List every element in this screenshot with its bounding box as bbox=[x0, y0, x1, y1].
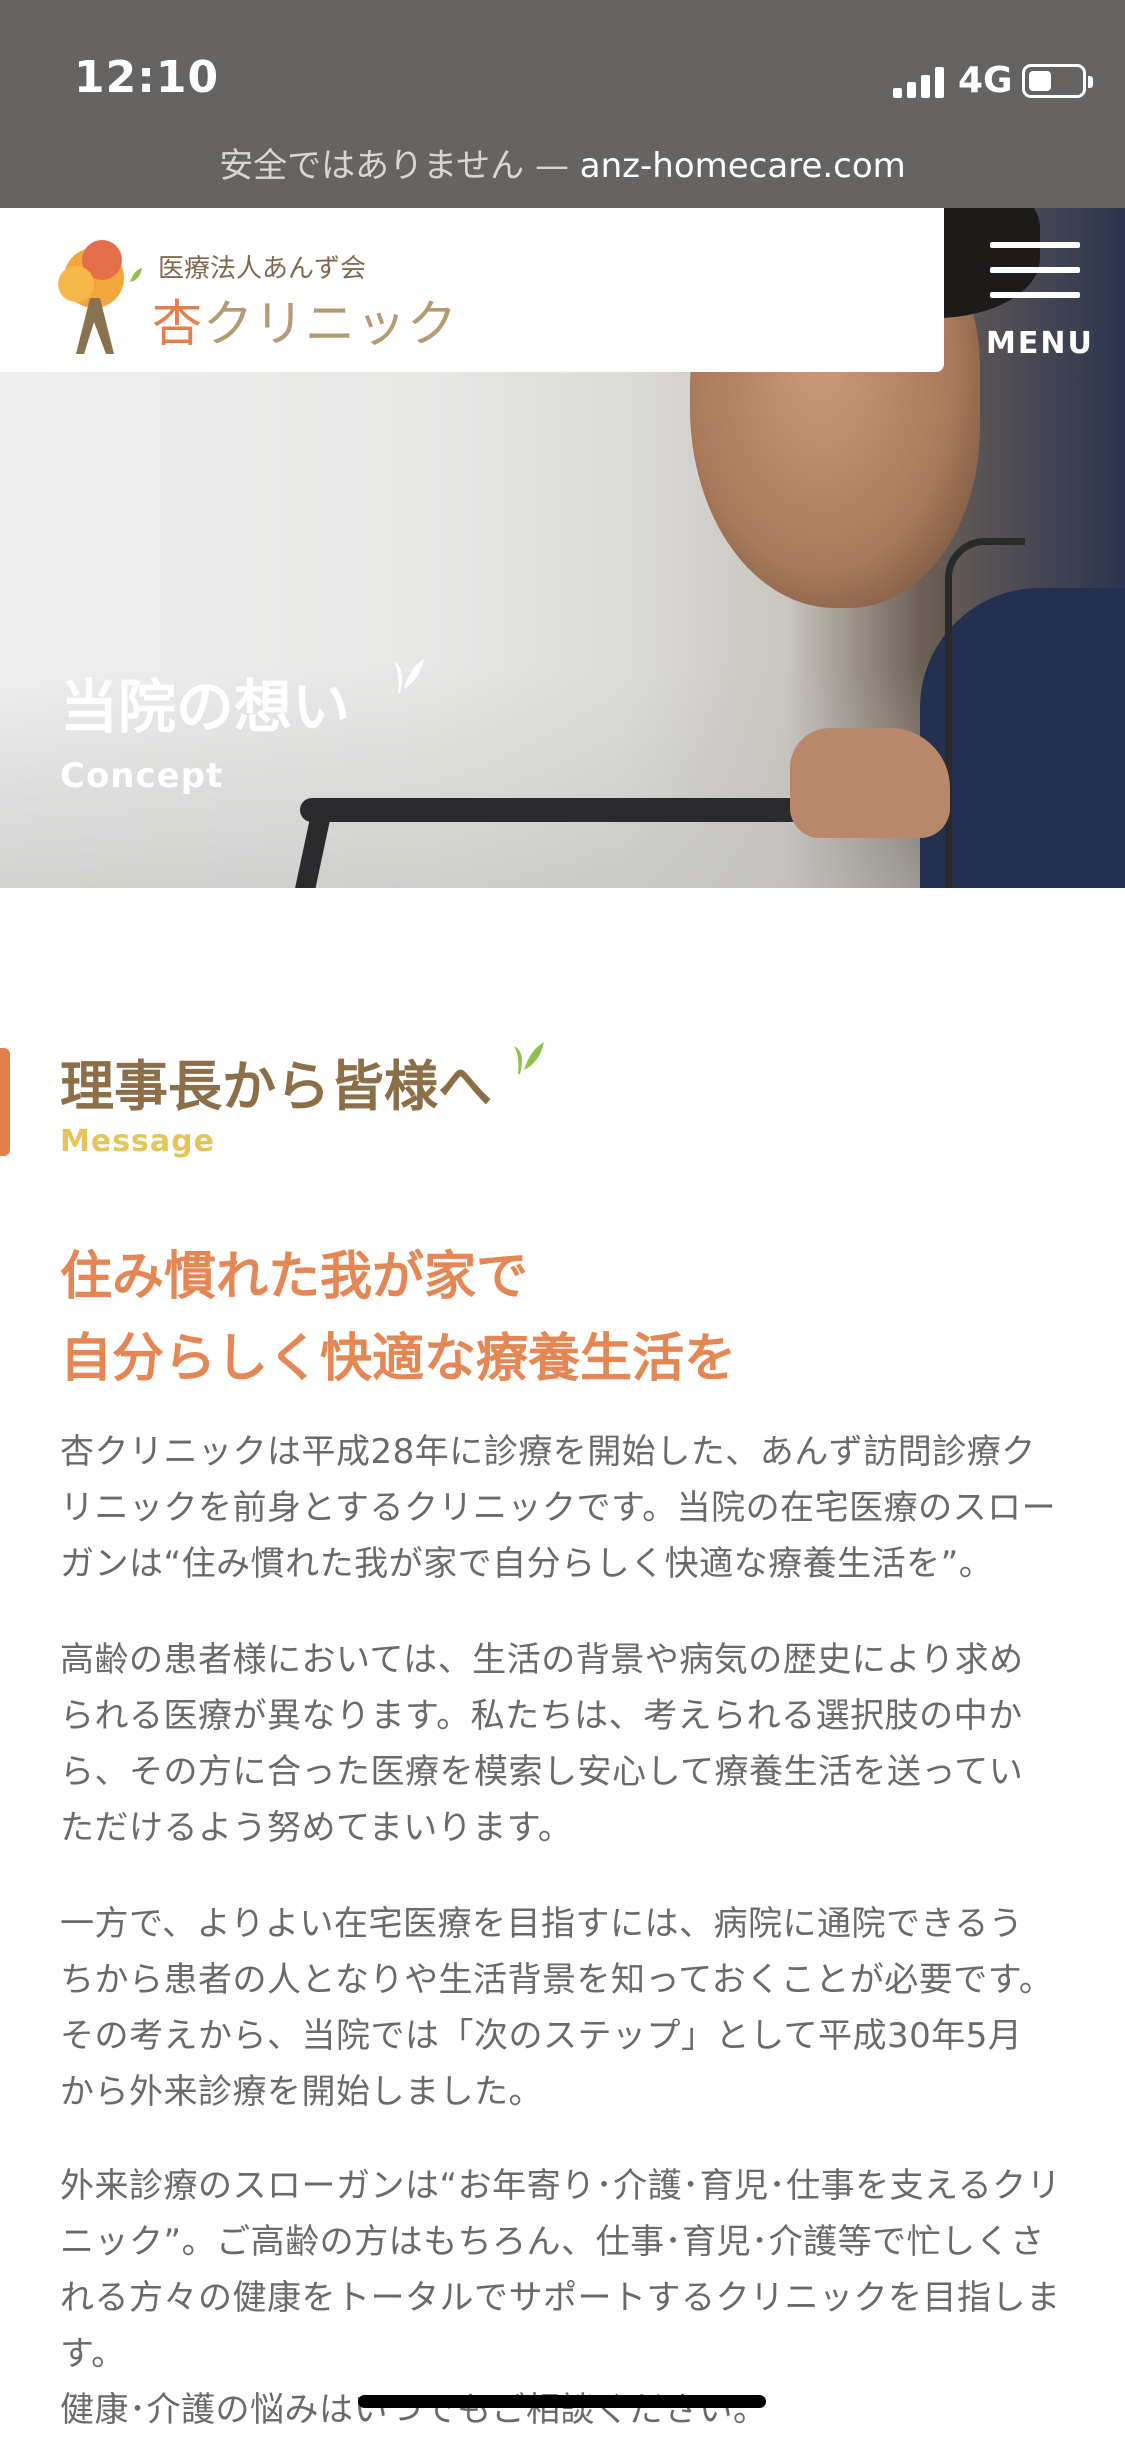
section-subtitle: Message bbox=[60, 1124, 215, 1159]
signal-icon bbox=[893, 66, 945, 98]
site-header: 医療法人あんず会 杏クリニック bbox=[0, 208, 944, 372]
hero-title: 当院の想い bbox=[60, 673, 351, 741]
clinic-name-kana: クリニック bbox=[203, 295, 458, 353]
url-host: anz-homecare.com bbox=[579, 146, 906, 186]
clinic-name-kanji: 杏 bbox=[152, 295, 203, 353]
hamburger-icon bbox=[990, 242, 1080, 248]
slogan: 住み慣れた我が家で 自分らしく快適な療養生活を bbox=[60, 1236, 736, 1400]
text-line: ニック”。ご高齢の方はもちろん、仕事･育児･介護等で忙しくさ bbox=[60, 2222, 1045, 2262]
address-bar[interactable]: 安全ではありません — anz-homecare.com bbox=[0, 138, 1125, 187]
text-line: れる方々の健康をトータルでサポートするクリニックを目指しま bbox=[60, 2278, 1061, 2318]
clinic-name[interactable]: 杏クリニック bbox=[152, 284, 458, 356]
text-line: 健康･介護の悩みはいつでもご相談ください。 bbox=[60, 2390, 768, 2430]
menu-label: MENU bbox=[986, 326, 1094, 361]
battery-icon bbox=[1022, 64, 1093, 98]
text-line: られる医療が異なります。私たちは、考えられる選択肢の中か bbox=[60, 1696, 1023, 1736]
text-line: ガンは“住み慣れた我が家で自分らしく快適な療養生活を”。 bbox=[60, 1544, 994, 1584]
slogan-line: 住み慣れた我が家で bbox=[60, 1247, 529, 1307]
url-warning: 安全ではありません — bbox=[219, 146, 580, 186]
text-line: から外来診療を開始しました。 bbox=[60, 2072, 543, 2112]
clinic-logo-icon[interactable] bbox=[46, 226, 156, 358]
section-accent-bar bbox=[0, 1048, 10, 1156]
paragraph: 杏クリニックは平成28年に診療を開始した、あんず訪問診療ク リニックを前身とする… bbox=[60, 1424, 1070, 1592]
text-line: ただけるよう努めてまいります。 bbox=[60, 1808, 573, 1848]
text-line: 高齢の患者様においては、生活の背景や病気の歴史により求め bbox=[60, 1640, 1024, 1680]
text-line: す。 bbox=[60, 2334, 126, 2374]
text-line: リニックを前身とするクリニックです。当院の在宅医療のスロー bbox=[60, 1488, 1057, 1528]
paragraph: 一方で、よりよい在宅医療を目指すには、病院に通院できるう ちから患者の人となりや… bbox=[60, 1896, 1070, 2120]
status-time: 12:10 bbox=[74, 52, 220, 103]
text-line: 一方で、よりよい在宅医療を目指すには、病院に通院できるう bbox=[60, 1904, 1024, 1944]
text-line: 外来診療のスローガンは“お年寄り･介護･育児･仕事を支えるクリ bbox=[60, 2166, 1062, 2206]
section-title: 理事長から皆様へ bbox=[60, 1055, 492, 1118]
hero-subtitle: Concept bbox=[60, 756, 224, 796]
sprout-icon bbox=[394, 659, 424, 693]
text-line: ら、その方に合った医療を模索し安心して療養生活を送ってい bbox=[60, 1752, 1024, 1792]
sprout-icon bbox=[514, 1042, 544, 1074]
text-line: ちから患者の人となりや生活背景を知っておくことが必要です。 bbox=[60, 1960, 1054, 2000]
network-type: 4G bbox=[958, 60, 1013, 101]
paragraph: 高齢の患者様においては、生活の背景や病気の歴史により求め られる医療が異なります… bbox=[60, 1632, 1070, 1856]
menu-button[interactable]: MENU bbox=[968, 208, 1125, 372]
home-indicator[interactable] bbox=[358, 2395, 766, 2408]
text-line: その考えから、当院では「次のステップ」として平成30年5月 bbox=[60, 2016, 1023, 2056]
text-line: 杏クリニックは平成28年に診療を開始した、あんず訪問診療ク bbox=[60, 1432, 1036, 1472]
slogan-line: 自分らしく快適な療養生活を bbox=[60, 1329, 737, 1389]
corp-name: 医療法人あんず会 bbox=[158, 254, 367, 284]
status-bar: 12:10 4G 安全ではありません — anz-homecare.com bbox=[0, 0, 1125, 208]
